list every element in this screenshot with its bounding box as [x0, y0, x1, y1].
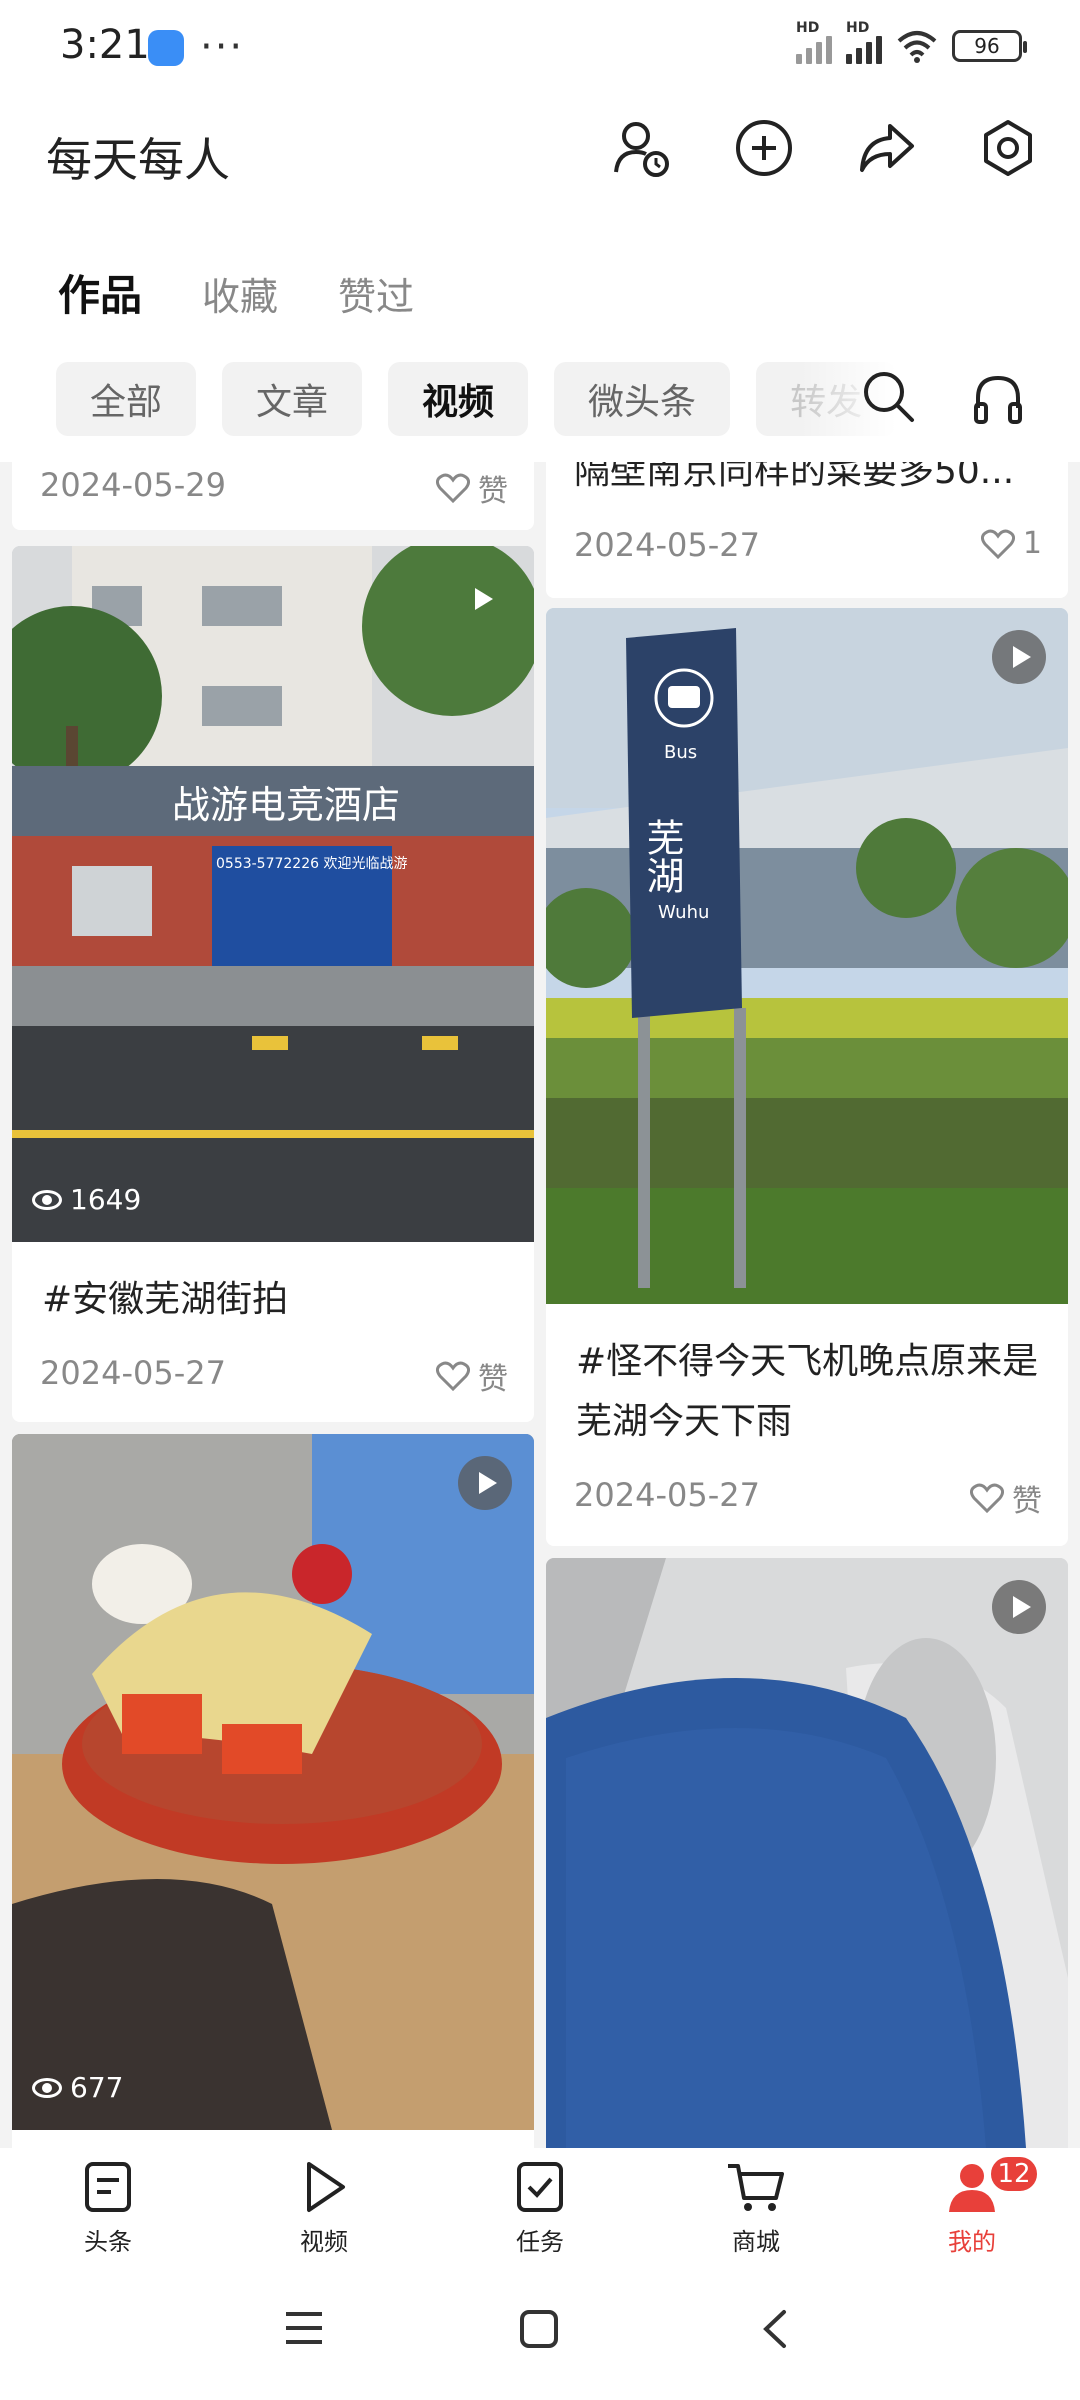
video-card[interactable]: 677	[12, 1434, 534, 2148]
like-button[interactable]: 1	[980, 526, 1042, 561]
headphones-icon[interactable]	[968, 368, 1028, 428]
status-time: 3:21	[60, 22, 150, 68]
card-title: #安徽芜湖街拍	[42, 1279, 289, 1320]
page-title: 每天每人	[46, 133, 230, 187]
tab-liked[interactable]: 赞过	[338, 266, 414, 321]
menu-icon[interactable]	[282, 2308, 326, 2348]
nav-label: 商城	[732, 2228, 780, 2256]
nav-tasks[interactable]: 任务	[432, 2148, 648, 2260]
video-thumbnail[interactable]	[546, 1558, 1068, 2148]
like-button[interactable]: 赞	[436, 1354, 508, 1398]
tab-works[interactable]: 作品	[58, 262, 142, 323]
heart-icon	[980, 529, 1015, 559]
visitor-history-icon[interactable]	[610, 116, 674, 180]
airplane-seat-image	[546, 1558, 1068, 2148]
tab-favorites[interactable]: 收藏	[202, 266, 278, 321]
nav-label: 头条	[84, 2228, 132, 2256]
nav-headlines[interactable]: 头条	[0, 2148, 216, 2260]
nav-mall[interactable]: 商城	[648, 2148, 864, 2260]
bus-stop-scene-image: Bus 芜湖 Wuhu	[546, 608, 1068, 1304]
eye-icon	[32, 1189, 62, 1210]
more-notifications-icon: ···	[200, 24, 245, 70]
heart-icon	[436, 1361, 470, 1391]
svg-text:Wuhu: Wuhu	[658, 902, 709, 923]
heart-icon	[436, 473, 470, 503]
svg-text:Bus: Bus	[664, 742, 697, 763]
notification-badge: 12	[988, 2154, 1040, 2194]
home-icon[interactable]	[518, 2308, 560, 2350]
filter-videos[interactable]: 视频	[388, 362, 529, 436]
filter-micro-posts[interactable]: 微头条	[554, 362, 731, 436]
view-count: 1649	[32, 1183, 141, 1216]
play-icon[interactable]	[992, 630, 1046, 684]
like-button[interactable]: 赞	[436, 466, 508, 510]
nav-label: 视频	[300, 2228, 348, 2256]
food-scene-image	[12, 1434, 534, 2130]
video-feed: 2024-05-29 赞 战游电竞酒店 0553-5772226 欢迎光临战游	[0, 462, 1080, 2148]
nav-video[interactable]: 视频	[216, 2148, 432, 2260]
card-date: 2024-05-29	[40, 466, 226, 504]
svg-text:芜湖: 芜湖	[640, 818, 684, 894]
video-card[interactable]: 隔壁南京同样的菜要多50... 2024-05-27 1	[546, 462, 1068, 598]
eye-icon	[32, 2077, 62, 2098]
video-thumbnail[interactable]: 战游电竞酒店 0553-5772226 欢迎光临战游 1649	[12, 546, 534, 1242]
card-title: #怪不得今天飞机晚点原来是芜湖今天下雨	[576, 1341, 1039, 1442]
share-icon[interactable]	[854, 116, 918, 180]
card-date: 2024-05-27	[574, 1476, 760, 1514]
profile-header: 每天每人	[0, 110, 1080, 200]
filter-articles[interactable]: 文章	[222, 362, 363, 436]
like-button[interactable]: 赞	[970, 1476, 1042, 1520]
svg-text:战游电竞酒店: 战游电竞酒店	[172, 783, 400, 827]
svg-text:0553-5772226 欢迎光临战游: 0553-5772226 欢迎光临战游	[216, 856, 407, 872]
video-thumbnail[interactable]: 677	[12, 1434, 534, 2130]
play-icon[interactable]	[992, 1580, 1046, 1634]
card-date: 2024-05-27	[40, 1354, 226, 1392]
content-tabs: 作品 收藏 赞过	[58, 262, 414, 323]
video-card[interactable]: 2024-05-29 赞	[12, 462, 534, 530]
toutiao-icon	[85, 2162, 131, 2212]
settings-icon[interactable]	[976, 116, 1040, 180]
card-date: 2024-05-27	[574, 526, 760, 564]
nav-me[interactable]: 我的	[864, 2148, 1080, 2260]
add-icon[interactable]	[732, 116, 796, 180]
card-title: 隔壁南京同样的菜要多50...	[574, 462, 1015, 492]
back-icon[interactable]	[758, 2308, 790, 2350]
search-icon[interactable]	[858, 366, 918, 426]
video-card[interactable]	[546, 1558, 1068, 2148]
video-thumbnail[interactable]: Bus 芜湖 Wuhu	[546, 608, 1068, 1304]
wifi-icon	[897, 31, 937, 63]
app-notification-icon	[148, 30, 184, 66]
signal-icon: HD	[846, 20, 882, 64]
status-bar: 3:21 ··· HD HD 96	[0, 0, 1080, 96]
view-count: 677	[32, 2071, 123, 2104]
video-card[interactable]: Bus 芜湖 Wuhu #怪不得今天飞机晚点原来是芜湖今天下雨 2024-05-…	[546, 608, 1068, 1546]
signal-icon: HD	[796, 20, 832, 64]
heart-icon	[970, 1483, 1004, 1513]
task-check-icon	[517, 2162, 563, 2212]
filter-all[interactable]: 全部	[56, 362, 197, 436]
battery-icon: 96	[952, 30, 1027, 62]
street-scene-image: 战游电竞酒店 0553-5772226 欢迎光临战游	[12, 546, 534, 1242]
play-icon[interactable]	[454, 572, 508, 626]
nav-label: 我的	[948, 2228, 996, 2256]
bottom-navigation: 头条 视频 任务 商城 我的	[0, 2148, 1080, 2260]
system-navigation-bar	[0, 2260, 1080, 2400]
video-play-icon	[307, 2162, 345, 2212]
play-icon[interactable]	[458, 1456, 512, 1510]
cart-icon	[728, 2164, 784, 2211]
nav-label: 任务	[516, 2228, 564, 2256]
video-card[interactable]: 战游电竞酒店 0553-5772226 欢迎光临战游 1649 #安徽芜湖街拍 …	[12, 546, 534, 1422]
